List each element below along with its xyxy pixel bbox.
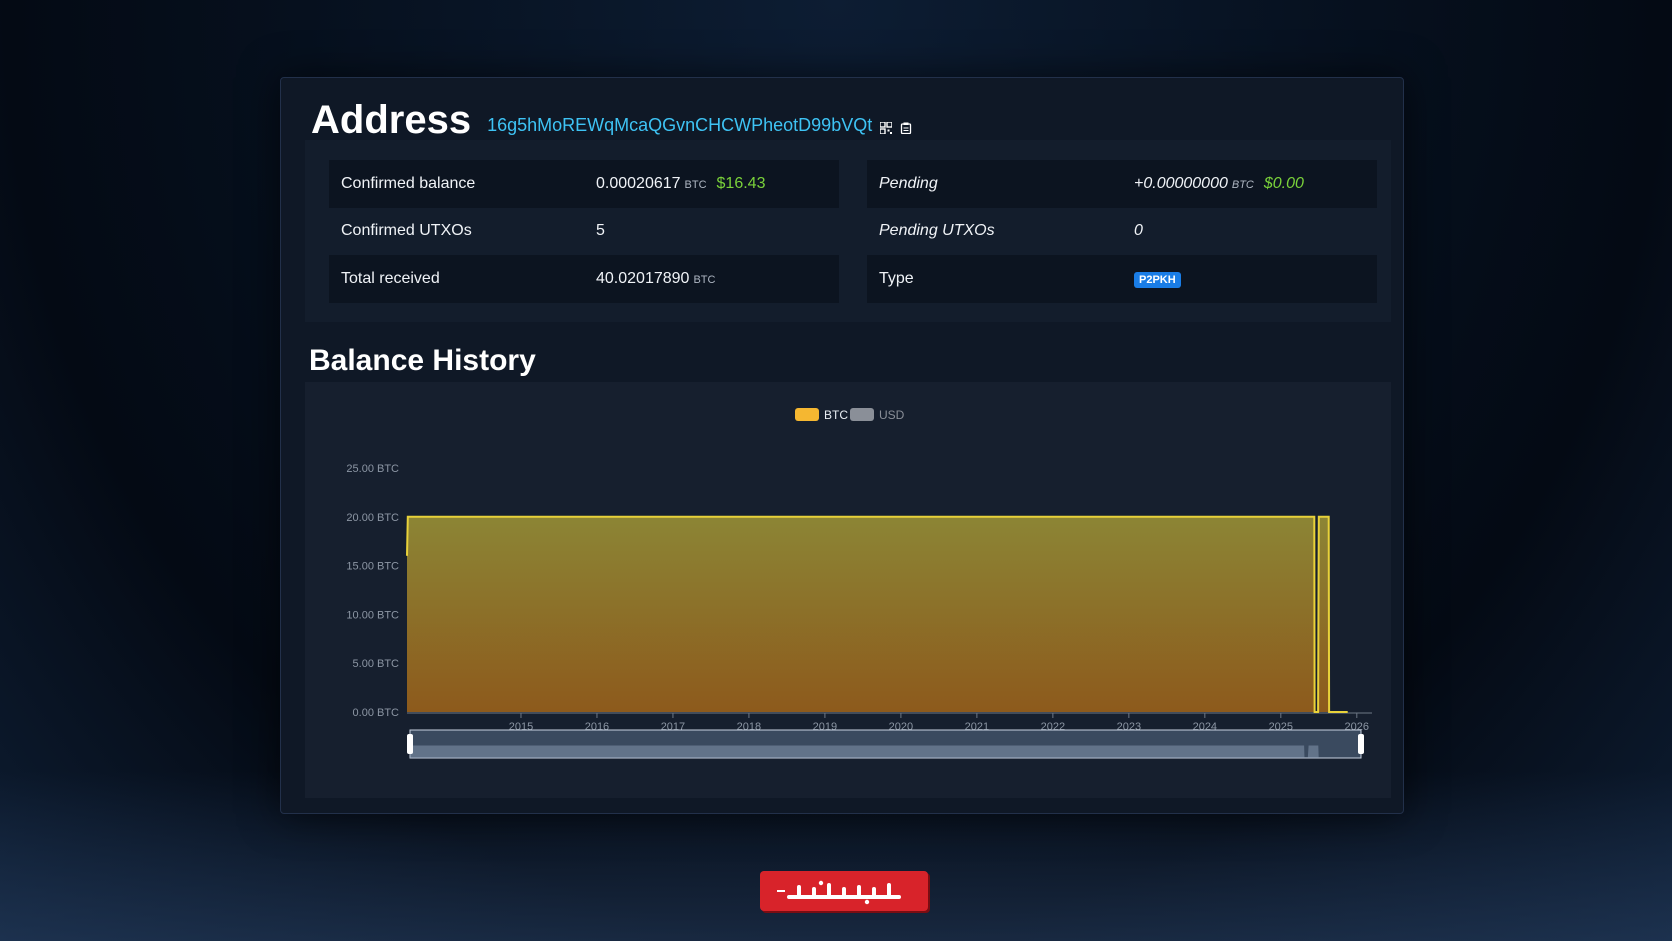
legend-item-usd[interactable]: USD bbox=[850, 408, 905, 422]
confirmed-balance-value: 0.00020617 BTC $16.43 bbox=[596, 175, 839, 193]
zoom-slider[interactable] bbox=[407, 729, 1364, 759]
type-value: P2PKH bbox=[1134, 270, 1377, 288]
y-tick-label: 15.00 BTC bbox=[346, 561, 399, 573]
title-row: Address 16g5hMoREWqMcaQGvnCHCWPheotD99bV… bbox=[311, 90, 912, 140]
zoom-preview-shape bbox=[410, 745, 1337, 758]
info-table-left: Confirmed balance 0.00020617 BTC $16.43 Co… bbox=[329, 160, 839, 303]
pending-unit: BTC bbox=[1231, 178, 1254, 191]
confirmed-utxos-label: Confirmed UTXOs bbox=[341, 222, 472, 240]
total-received-unit: BTC bbox=[693, 273, 716, 286]
address-link[interactable]: 16g5hMoREWqMcaQGvnCHCWPheotD99bVQt bbox=[487, 115, 872, 136]
news-city-logo bbox=[760, 871, 928, 911]
logo-mark bbox=[777, 880, 901, 905]
address-card: Address 16g5hMoREWqMcaQGvnCHCWPheotD99bV… bbox=[280, 77, 1404, 814]
pending-amount: +0.00000000 bbox=[1134, 174, 1228, 192]
confirmed-balance-usd: $16.43 bbox=[716, 174, 766, 192]
row-confirmed-utxos: Confirmed UTXOs 5 bbox=[329, 208, 839, 256]
row-pending-utxos: Pending UTXOs 0 bbox=[867, 208, 1377, 256]
chart-legend: BTC USD bbox=[795, 408, 905, 422]
confirmed-balance-amount: 0.00020617 bbox=[596, 174, 681, 192]
balance-history-title: Balance History bbox=[309, 344, 536, 377]
y-tick-label: 5.00 BTC bbox=[353, 658, 400, 670]
type-label: Type bbox=[879, 269, 914, 287]
legend-btc-label: BTC bbox=[824, 408, 848, 422]
row-confirmed-balance: Confirmed balance 0.00020617 BTC $16.43 bbox=[329, 160, 839, 208]
zoom-handle-right[interactable] bbox=[1358, 734, 1364, 754]
info-table-right: Pending +0.00000000 BTC $0.00 Pending UTXO… bbox=[867, 160, 1377, 303]
y-tick-label: 25.00 BTC bbox=[346, 463, 399, 475]
total-received-value: 40.02017890 BTC bbox=[596, 270, 839, 288]
y-tick-label: 20.00 BTC bbox=[346, 512, 399, 524]
y-axis: 0.00 BTC 5.00 BTC 10.00 BTC 15.00 BTC 20.00 … bbox=[346, 463, 399, 719]
page-title: Address bbox=[311, 98, 472, 142]
confirmed-balance-unit: BTC bbox=[684, 178, 707, 191]
pending-utxos-label: Pending UTXOs bbox=[879, 222, 995, 240]
legend-btc-swatch bbox=[795, 408, 819, 421]
pending-label: Pending bbox=[879, 174, 938, 192]
y-tick-label: 10.00 BTC bbox=[346, 609, 399, 621]
info-panel: Confirmed balance 0.00020617 BTC $16.43 Co… bbox=[305, 140, 1391, 322]
pending-value: +0.00000000 BTC $0.00 bbox=[1134, 175, 1377, 193]
total-received-amount: 40.02017890 bbox=[596, 269, 690, 287]
confirmed-utxos-value: 5 bbox=[596, 222, 605, 240]
copy-icon[interactable] bbox=[900, 122, 912, 134]
pending-utxos-value: 0 bbox=[1134, 222, 1143, 240]
legend-usd-label: USD bbox=[879, 408, 905, 422]
balance-history-chart: BTC USD 0.00 BTC 5.00 BTC 10.00 BTC 15.00 B… bbox=[305, 382, 1391, 798]
total-received-label: Total received bbox=[341, 269, 440, 287]
chart-svg: BTC USD 0.00 BTC 5.00 BTC 10.00 BTC 15.00 B… bbox=[346, 408, 1372, 759]
btc-area bbox=[407, 516, 1348, 712]
type-badge: P2PKH bbox=[1134, 271, 1181, 288]
row-type: Type P2PKH bbox=[867, 255, 1377, 303]
confirmed-balance-label: Confirmed balance bbox=[341, 174, 476, 192]
row-pending: Pending +0.00000000 BTC $0.00 bbox=[867, 160, 1377, 208]
qr-code-icon[interactable] bbox=[880, 122, 893, 134]
y-tick-label: 0.00 BTC bbox=[353, 707, 400, 719]
zoom-handle-left[interactable] bbox=[407, 734, 413, 754]
pending-usd: $0.00 bbox=[1263, 174, 1304, 192]
legend-item-btc[interactable]: BTC bbox=[795, 408, 848, 422]
legend-usd-swatch bbox=[850, 408, 874, 421]
row-total-received: Total received 40.02017890 BTC bbox=[329, 255, 839, 303]
